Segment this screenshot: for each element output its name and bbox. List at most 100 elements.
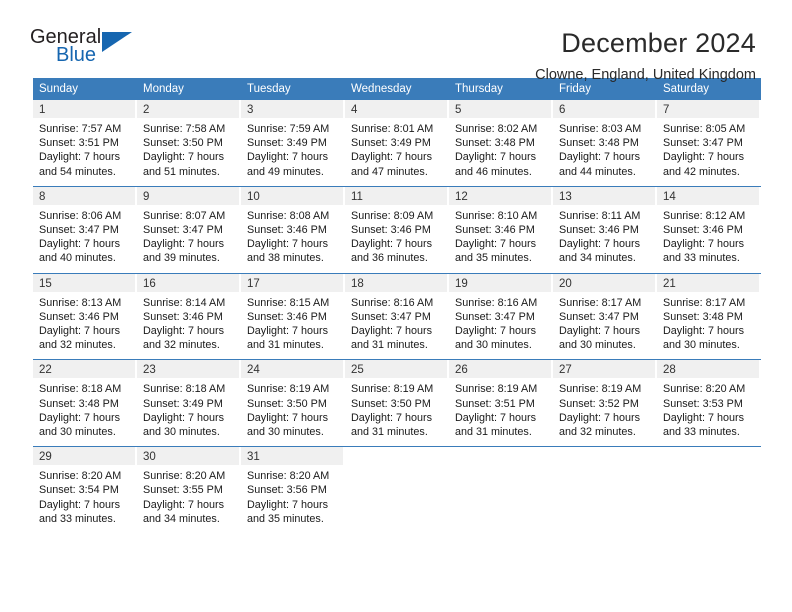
day-info: Sunrise: 8:19 AM Sunset: 3:51 PM Daylight:… <box>449 378 551 439</box>
calendar-week-row: 22 Sunrise: 8:18 AM Sunset: 3:48 PM Dayligh… <box>33 359 761 439</box>
daylight-text-line2: and 46 minutes. <box>455 165 532 178</box>
day-info: Sunrise: 8:20 AM Sunset: 3:55 PM Daylight:… <box>137 465 239 526</box>
day-cell[interactable]: 10 Sunrise: 8:08 AM Sunset: 3:46 PM Dayligh… <box>241 186 345 266</box>
day-cell[interactable]: 7 Sunrise: 8:05 AM Sunset: 3:47 PM Daylight… <box>657 100 761 179</box>
sunset-text: Sunset: 3:52 PM <box>559 397 639 410</box>
day-cell[interactable]: 15 Sunrise: 8:13 AM Sunset: 3:46 PM Dayligh… <box>33 273 137 353</box>
day-cell-empty <box>657 447 761 526</box>
day-number <box>345 447 447 465</box>
day-number: 26 <box>449 360 551 379</box>
sunrise-text: Sunrise: 8:09 AM <box>351 209 434 222</box>
day-cell[interactable]: 18 Sunrise: 8:16 AM Sunset: 3:47 PM Dayligh… <box>345 273 449 353</box>
daylight-text-line2: and 36 minutes. <box>351 252 428 265</box>
daylight-text-line1: Daylight: 7 hours <box>143 238 225 251</box>
day-cell[interactable]: 31 Sunrise: 8:20 AM Sunset: 3:56 PM Dayligh… <box>241 447 345 526</box>
daylight-text-line2: and 30 minutes. <box>559 339 636 352</box>
daylight-text-line2: and 34 minutes. <box>143 512 220 525</box>
daylight-text-line2: and 31 minutes. <box>351 426 428 439</box>
daylight-text-line1: Daylight: 7 hours <box>559 325 641 338</box>
sunset-text: Sunset: 3:47 PM <box>143 224 223 237</box>
day-cell[interactable]: 2 Sunrise: 7:58 AM Sunset: 3:50 PM Daylight… <box>137 100 241 179</box>
calendar-week-row: 29 Sunrise: 8:20 AM Sunset: 3:54 PM Dayligh… <box>33 446 761 526</box>
day-info <box>657 465 759 469</box>
sunrise-text: Sunrise: 8:01 AM <box>351 123 434 135</box>
day-cell[interactable]: 20 Sunrise: 8:17 AM Sunset: 3:47 PM Dayligh… <box>553 273 657 353</box>
day-cell[interactable]: 21 Sunrise: 8:17 AM Sunset: 3:48 PM Dayligh… <box>657 273 761 353</box>
day-cell[interactable]: 11 Sunrise: 8:09 AM Sunset: 3:46 PM Dayligh… <box>345 186 449 266</box>
daylight-text-line2: and 30 minutes. <box>663 339 740 352</box>
daylight-text-line1: Daylight: 7 hours <box>351 238 433 251</box>
sunset-text: Sunset: 3:48 PM <box>559 137 639 150</box>
daylight-text-line1: Daylight: 7 hours <box>247 325 329 338</box>
day-cell[interactable]: 27 Sunrise: 8:19 AM Sunset: 3:52 PM Dayligh… <box>553 360 657 439</box>
daylight-text-line1: Daylight: 7 hours <box>247 411 329 424</box>
daylight-text-line2: and 31 minutes. <box>247 339 324 352</box>
daylight-text-line1: Daylight: 7 hours <box>663 411 745 424</box>
sunset-text: Sunset: 3:50 PM <box>351 397 431 410</box>
day-cell[interactable]: 23 Sunrise: 8:18 AM Sunset: 3:49 PM Dayligh… <box>137 360 241 439</box>
day-number: 7 <box>657 100 759 118</box>
general-blue-logo[interactable]: General Blue <box>30 26 140 74</box>
sunrise-text: Sunrise: 8:19 AM <box>455 383 538 396</box>
day-cell[interactable]: 28 Sunrise: 8:20 AM Sunset: 3:53 PM Dayligh… <box>657 360 761 439</box>
daylight-text-line2: and 30 minutes. <box>143 426 220 439</box>
sunset-text: Sunset: 3:50 PM <box>143 137 223 150</box>
sunset-text: Sunset: 3:48 PM <box>455 137 535 150</box>
sunset-text: Sunset: 3:47 PM <box>351 310 431 323</box>
day-cell[interactable]: 8 Sunrise: 8:06 AM Sunset: 3:47 PM Daylight… <box>33 186 137 266</box>
day-cell[interactable]: 26 Sunrise: 8:19 AM Sunset: 3:51 PM Dayligh… <box>449 360 553 439</box>
sunset-text: Sunset: 3:47 PM <box>39 224 119 237</box>
blue-triangle-icon <box>102 32 132 52</box>
daylight-text-line1: Daylight: 7 hours <box>39 325 121 338</box>
day-cell-empty <box>345 447 449 526</box>
day-number: 24 <box>241 360 343 379</box>
day-cell[interactable]: 3 Sunrise: 7:59 AM Sunset: 3:49 PM Daylight… <box>241 100 345 179</box>
day-cell[interactable]: 14 Sunrise: 8:12 AM Sunset: 3:46 PM Dayligh… <box>657 186 761 266</box>
day-cell[interactable]: 5 Sunrise: 8:02 AM Sunset: 3:48 PM Daylight… <box>449 100 553 179</box>
day-cell[interactable]: 13 Sunrise: 8:11 AM Sunset: 3:46 PM Dayligh… <box>553 186 657 266</box>
sunrise-text: Sunrise: 8:19 AM <box>351 383 434 396</box>
sunset-text: Sunset: 3:46 PM <box>247 310 327 323</box>
daylight-text-line2: and 32 minutes. <box>559 426 636 439</box>
daylight-text-line2: and 31 minutes. <box>351 339 428 352</box>
daylight-text-line1: Daylight: 7 hours <box>559 411 641 424</box>
day-cell[interactable]: 29 Sunrise: 8:20 AM Sunset: 3:54 PM Dayligh… <box>33 447 137 526</box>
weekday-header-saturday: Saturday <box>663 83 710 95</box>
day-cell[interactable]: 9 Sunrise: 8:07 AM Sunset: 3:47 PM Daylight… <box>137 186 241 266</box>
day-number: 31 <box>241 447 343 466</box>
day-cell[interactable]: 4 Sunrise: 8:01 AM Sunset: 3:49 PM Daylight… <box>345 100 449 179</box>
day-cell[interactable]: 22 Sunrise: 8:18 AM Sunset: 3:48 PM Dayligh… <box>33 360 137 439</box>
calendar-weeks: 1 Sunrise: 7:57 AM Sunset: 3:51 PM Daylight… <box>33 100 761 526</box>
sunset-text: Sunset: 3:51 PM <box>39 137 119 150</box>
day-number <box>449 447 551 465</box>
sunrise-text: Sunrise: 8:20 AM <box>143 470 226 483</box>
day-cell[interactable]: 24 Sunrise: 8:19 AM Sunset: 3:50 PM Dayligh… <box>241 360 345 439</box>
day-info <box>449 465 551 469</box>
daylight-text-line1: Daylight: 7 hours <box>663 325 745 338</box>
day-number: 3 <box>241 100 343 118</box>
sunset-text: Sunset: 3:51 PM <box>455 397 535 410</box>
day-cell[interactable]: 16 Sunrise: 8:14 AM Sunset: 3:46 PM Dayligh… <box>137 273 241 353</box>
daylight-text-line2: and 35 minutes. <box>247 512 324 525</box>
title-block: December 2024 Clowne, England, United Ki… <box>140 26 756 86</box>
day-number: 4 <box>345 100 447 118</box>
daylight-text-line1: Daylight: 7 hours <box>559 151 641 164</box>
day-info: Sunrise: 8:14 AM Sunset: 3:46 PM Daylight:… <box>137 292 239 353</box>
sunrise-text: Sunrise: 8:20 AM <box>39 470 122 483</box>
sunset-text: Sunset: 3:55 PM <box>143 484 223 497</box>
sunrise-text: Sunrise: 8:14 AM <box>143 296 226 309</box>
day-cell[interactable]: 17 Sunrise: 8:15 AM Sunset: 3:46 PM Dayligh… <box>241 273 345 353</box>
daylight-text-line1: Daylight: 7 hours <box>351 411 433 424</box>
sunrise-text: Sunrise: 8:16 AM <box>351 296 434 309</box>
day-cell[interactable]: 12 Sunrise: 8:10 AM Sunset: 3:46 PM Dayligh… <box>449 186 553 266</box>
sunrise-text: Sunrise: 8:03 AM <box>559 123 642 135</box>
day-cell[interactable]: 25 Sunrise: 8:19 AM Sunset: 3:50 PM Dayligh… <box>345 360 449 439</box>
day-cell[interactable]: 30 Sunrise: 8:20 AM Sunset: 3:55 PM Dayligh… <box>137 447 241 526</box>
day-cell[interactable]: 1 Sunrise: 7:57 AM Sunset: 3:51 PM Daylight… <box>33 100 137 179</box>
day-cell[interactable]: 6 Sunrise: 8:03 AM Sunset: 3:48 PM Daylight… <box>553 100 657 179</box>
daylight-text-line2: and 31 minutes. <box>455 426 532 439</box>
day-info: Sunrise: 7:59 AM Sunset: 3:49 PM Daylight:… <box>241 118 343 179</box>
day-cell[interactable]: 19 Sunrise: 8:16 AM Sunset: 3:47 PM Dayligh… <box>449 273 553 353</box>
weekday-header-wednesday: Wednesday <box>351 83 412 95</box>
sunset-text: Sunset: 3:54 PM <box>39 484 119 497</box>
